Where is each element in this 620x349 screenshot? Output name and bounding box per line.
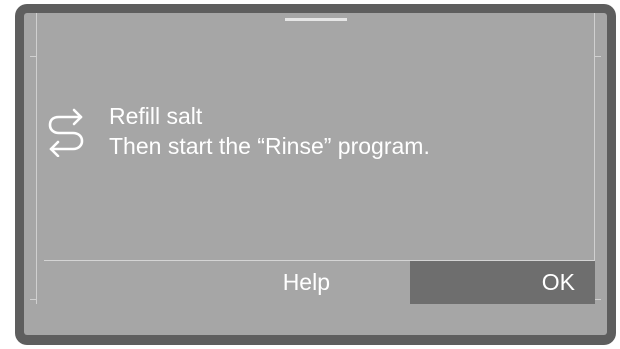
- frame-tick: [30, 56, 36, 57]
- frame-tick: [30, 299, 36, 300]
- display-screen: Refill salt Then start the “Rinse” progr…: [24, 13, 607, 335]
- ok-button[interactable]: OK: [410, 261, 595, 304]
- device-bezel: Refill salt Then start the “Rinse” progr…: [15, 4, 616, 345]
- frame-tick: [595, 299, 601, 300]
- rinse-arrows-icon: [48, 108, 84, 157]
- frame-tick: [595, 56, 601, 57]
- frame-line-left: [36, 13, 37, 304]
- button-bar: Help OK: [44, 261, 595, 304]
- scroll-indicator: [285, 18, 347, 21]
- message-text: Refill salt Then start the “Rinse” progr…: [109, 101, 430, 161]
- help-button[interactable]: Help: [44, 261, 410, 304]
- message-area: Refill salt Then start the “Rinse” progr…: [47, 101, 430, 161]
- message-instruction: Then start the “Rinse” program.: [109, 133, 430, 159]
- message-title: Refill salt: [109, 103, 203, 129]
